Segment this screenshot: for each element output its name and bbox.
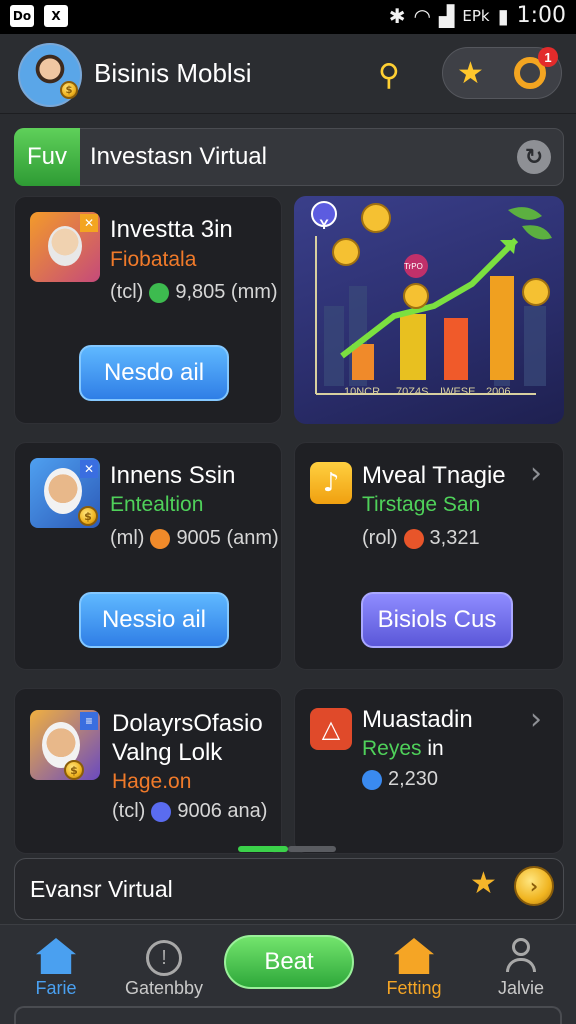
nav-item-profile[interactable]: Jalvie bbox=[490, 978, 552, 999]
card-subtitle: Tirstage San bbox=[362, 493, 481, 516]
chart-stamp-text: TrPO bbox=[404, 262, 423, 271]
warning-icon: △ bbox=[310, 708, 352, 750]
user-head bbox=[512, 938, 530, 956]
gesture-bar bbox=[14, 1006, 562, 1024]
bottom-input-text: Evansr Virtual bbox=[30, 876, 173, 902]
coin-icon bbox=[150, 528, 171, 549]
stat-value: 9,805 (mm) bbox=[175, 281, 278, 303]
page-indicator-active bbox=[238, 846, 288, 852]
stat-value: 9005 (anm) bbox=[176, 527, 279, 549]
chart-illustration: Y TrPO 10NCR 70Z4S IWESE 2006 bbox=[294, 196, 564, 424]
signal-icon: ▟ bbox=[438, 3, 455, 28]
stat-prefix: (tcl) bbox=[112, 800, 146, 822]
status-left-icons: Do X bbox=[10, 5, 68, 27]
coin-icon: $ bbox=[78, 506, 98, 526]
banner-tag: Fuv bbox=[14, 128, 80, 186]
coin-icon: $ bbox=[64, 760, 84, 780]
chevron-right-icon[interactable]: › bbox=[530, 456, 542, 491]
close-icon: ✕ bbox=[80, 214, 98, 232]
card-stat: (tcl) 9,805 (mm) bbox=[110, 281, 278, 304]
trend-arrow bbox=[340, 237, 519, 359]
clock: 1:00 bbox=[516, 3, 566, 28]
coin-icon bbox=[403, 528, 424, 549]
send-icon[interactable]: › bbox=[514, 866, 554, 906]
card-thumbnail: ✕ bbox=[30, 212, 100, 282]
card-title: Muastadin bbox=[362, 706, 473, 733]
coin-icon bbox=[403, 283, 429, 309]
user-body bbox=[506, 958, 536, 972]
card-stat: 2,230 bbox=[362, 768, 438, 791]
app-title: Bisinis Moblsi bbox=[94, 58, 252, 88]
chart-badge-letter: Y bbox=[319, 216, 329, 232]
stat-value: 2,230 bbox=[388, 768, 439, 790]
person-image bbox=[44, 468, 82, 514]
chart-label: 70Z4S bbox=[396, 386, 429, 398]
chart-label: 2006 bbox=[486, 386, 511, 398]
stat-prefix: (ml) bbox=[110, 527, 145, 549]
card-title: DolayrsOfasio bbox=[112, 710, 263, 737]
stat-value: 3,321 bbox=[429, 527, 480, 549]
music-icon: ♪ bbox=[310, 462, 352, 504]
refresh-icon[interactable]: ↻ bbox=[517, 140, 551, 174]
info-icon[interactable]: ! bbox=[146, 940, 182, 976]
coin-icon: $ bbox=[60, 81, 78, 99]
chart-label: IWESE bbox=[440, 386, 476, 398]
chart-bar bbox=[400, 314, 426, 380]
card-stat: (rol) 3,321 bbox=[362, 527, 480, 550]
card-thumbnail: ≡ $ bbox=[30, 710, 100, 780]
banner-text: Investasn Virtual bbox=[90, 143, 267, 170]
star-icon[interactable]: ★ bbox=[457, 56, 484, 91]
card-action-button[interactable]: Bisiols Cus bbox=[361, 592, 513, 648]
page-indicator-inactive bbox=[288, 846, 336, 852]
coin-icon bbox=[522, 278, 550, 306]
search-icon[interactable]: ⚲ bbox=[378, 58, 414, 94]
battery-text: EPk bbox=[462, 6, 490, 25]
gear-icon bbox=[362, 769, 382, 790]
star-icon[interactable]: ★ bbox=[470, 866, 497, 901]
status-right: ✱ ◠ ▟ EPk ▮ 1:00 bbox=[389, 3, 566, 28]
close-icon: ✕ bbox=[80, 460, 98, 478]
chart-bar bbox=[444, 318, 468, 380]
card-action-button[interactable]: Nesdo ail bbox=[79, 345, 229, 401]
card-action-button[interactable]: Nessio ail bbox=[79, 592, 229, 648]
chart-bar bbox=[490, 276, 514, 380]
wifi-icon: ◠ bbox=[413, 3, 431, 28]
stat-prefix: (tcl) bbox=[110, 281, 144, 303]
gear-icon bbox=[151, 801, 172, 822]
menu-icon: ≡ bbox=[80, 712, 98, 730]
stat-prefix: (rol) bbox=[362, 527, 398, 549]
card-title: Investta 3in bbox=[110, 216, 233, 243]
card-subtitle: Fiobatala bbox=[110, 248, 197, 271]
notification-badge: 1 bbox=[538, 47, 558, 67]
person-image bbox=[48, 226, 82, 266]
nav-item-gateway[interactable]: Gatenbby bbox=[124, 978, 204, 999]
nav-item-fetting[interactable]: Fetting bbox=[374, 978, 454, 999]
card-subtitle: Reyes in bbox=[362, 737, 444, 761]
card-title: Mveal Tnagie bbox=[362, 462, 506, 489]
card-subtitle: Entealtion bbox=[110, 493, 204, 516]
subtitle-part: in bbox=[427, 737, 444, 760]
user-icon[interactable] bbox=[504, 938, 538, 974]
beat-button[interactable]: Beat bbox=[224, 935, 354, 989]
coin-icon bbox=[149, 282, 170, 303]
close-box-icon: X bbox=[44, 5, 68, 27]
nav-item-home[interactable]: Farie bbox=[20, 978, 92, 999]
card-stat: (ml) 9005 (anm) bbox=[110, 527, 279, 550]
coin-icon bbox=[332, 238, 360, 266]
card-stat: (tcl) 9006 ana) bbox=[112, 800, 267, 823]
avatar[interactable]: $ bbox=[18, 43, 82, 107]
card-title: Innens Ssin bbox=[110, 462, 236, 489]
card-thumbnail: ✕ $ bbox=[30, 458, 100, 528]
battery-icon: ▮ bbox=[497, 3, 509, 28]
subtitle-part: Reyes bbox=[362, 737, 422, 760]
card-title-line2: Valng Lolk bbox=[112, 739, 223, 766]
card-subtitle: Hage.on bbox=[112, 770, 192, 793]
stat-value: 9006 ana) bbox=[177, 800, 268, 822]
chart-label: 10NCR bbox=[344, 386, 381, 398]
app-notification-icon: Do bbox=[10, 5, 34, 27]
leaf-icon bbox=[508, 207, 552, 240]
bluetooth-icon: ✱ bbox=[388, 3, 406, 28]
coin-icon bbox=[361, 203, 391, 233]
chevron-right-icon[interactable]: › bbox=[530, 702, 542, 737]
